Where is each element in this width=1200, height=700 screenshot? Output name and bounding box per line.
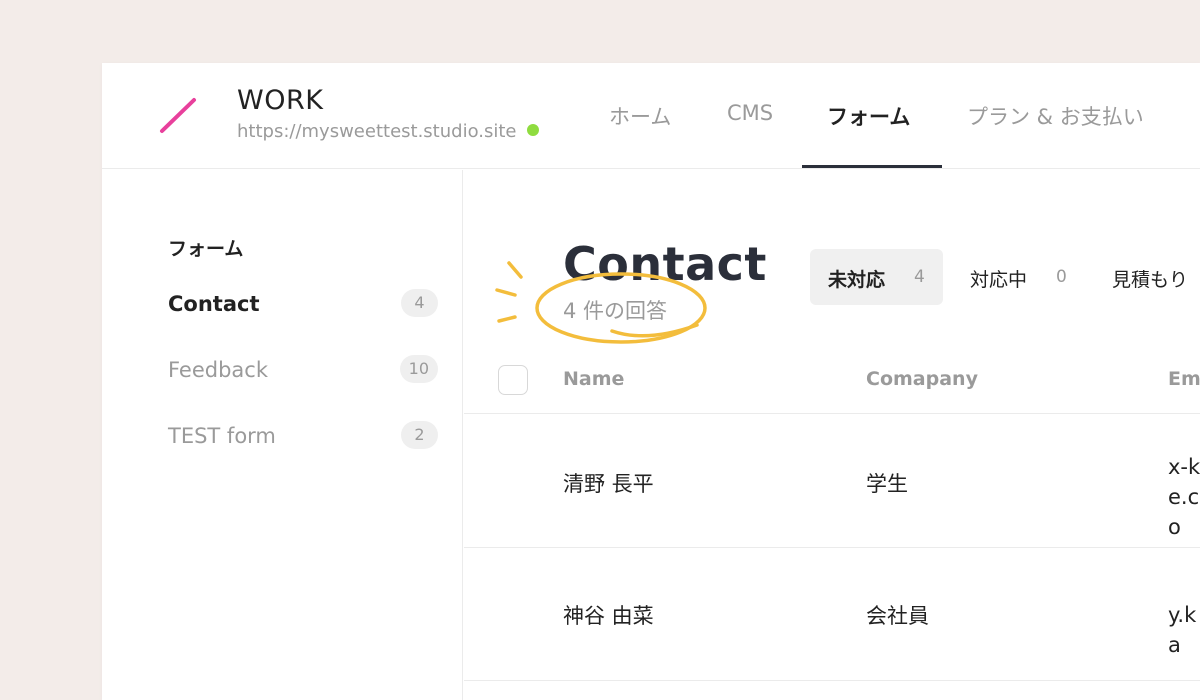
top-header: WORK https://mysweettest.studio.site ホーム… bbox=[102, 63, 1200, 169]
sidebar-item-label: TEST form bbox=[168, 424, 276, 448]
filter-count: 4 bbox=[914, 267, 925, 287]
forms-sidebar: フォーム Contact 4 Feedback 10 TEST form 2 bbox=[102, 170, 463, 700]
filter-label: 未対応 bbox=[828, 269, 886, 291]
filter-estimate[interactable]: 見積もり bbox=[1094, 249, 1200, 305]
tab-home[interactable]: ホーム bbox=[609, 101, 671, 131]
app-window: WORK https://mysweettest.studio.site ホーム… bbox=[102, 63, 1200, 700]
table-row-divider bbox=[464, 680, 1200, 681]
column-header-name[interactable]: Name bbox=[563, 368, 624, 390]
sidebar-item-label: Feedback bbox=[168, 358, 269, 382]
sidebar-item-label: Contact bbox=[168, 292, 260, 316]
filter-label: 見積もり bbox=[1112, 269, 1189, 291]
table-header-divider bbox=[464, 413, 1200, 414]
table-row-divider bbox=[464, 547, 1200, 548]
site-status-dot-icon bbox=[526, 124, 539, 136]
sidebar-item-count-badge: 10 bbox=[399, 355, 438, 383]
tab-forms[interactable]: フォーム bbox=[827, 101, 910, 131]
sidebar-item-feedback[interactable]: Feedback 10 bbox=[168, 354, 438, 388]
column-header-email[interactable]: Em bbox=[1168, 368, 1200, 390]
site-url-text[interactable]: https://mysweettest.studio.site bbox=[237, 121, 517, 142]
column-header-company[interactable]: Comapany bbox=[866, 368, 978, 390]
filter-count: 0 bbox=[1056, 267, 1067, 287]
highlight-annotation-icon bbox=[495, 261, 707, 344]
site-url[interactable]: https://mysweettest.studio.site bbox=[237, 121, 539, 142]
sidebar-item-test-form[interactable]: TEST form 2 bbox=[168, 420, 438, 454]
select-all-checkbox[interactable] bbox=[498, 365, 528, 395]
slash-logo-icon bbox=[160, 98, 196, 133]
table-cell-company: 学生 bbox=[866, 472, 908, 496]
table-cell-email: y.ka bbox=[1168, 603, 1197, 657]
sidebar-item-count-badge: 2 bbox=[401, 421, 438, 449]
table-cell-company: 会社員 bbox=[866, 604, 929, 628]
filter-label: 対応中 bbox=[970, 269, 1028, 291]
sidebar-heading: フォーム bbox=[168, 238, 244, 260]
filter-in-progress[interactable]: 対応中 0 bbox=[952, 249, 1077, 305]
filter-unhandled[interactable]: 未対応 4 bbox=[810, 249, 943, 305]
table-cell-email: x-ke.co bbox=[1168, 455, 1200, 539]
table-cell-name: 神谷 由菜 bbox=[563, 604, 654, 628]
tab-cms[interactable]: CMS bbox=[727, 101, 773, 125]
active-tab-indicator bbox=[802, 165, 942, 168]
sidebar-item-count-badge: 4 bbox=[401, 289, 438, 317]
table-cell-name: 清野 長平 bbox=[563, 472, 654, 496]
site-title: WORK bbox=[237, 85, 324, 116]
tab-plan-billing[interactable]: プラン & お支払い bbox=[967, 101, 1144, 131]
sidebar-item-contact[interactable]: Contact 4 bbox=[168, 288, 438, 322]
